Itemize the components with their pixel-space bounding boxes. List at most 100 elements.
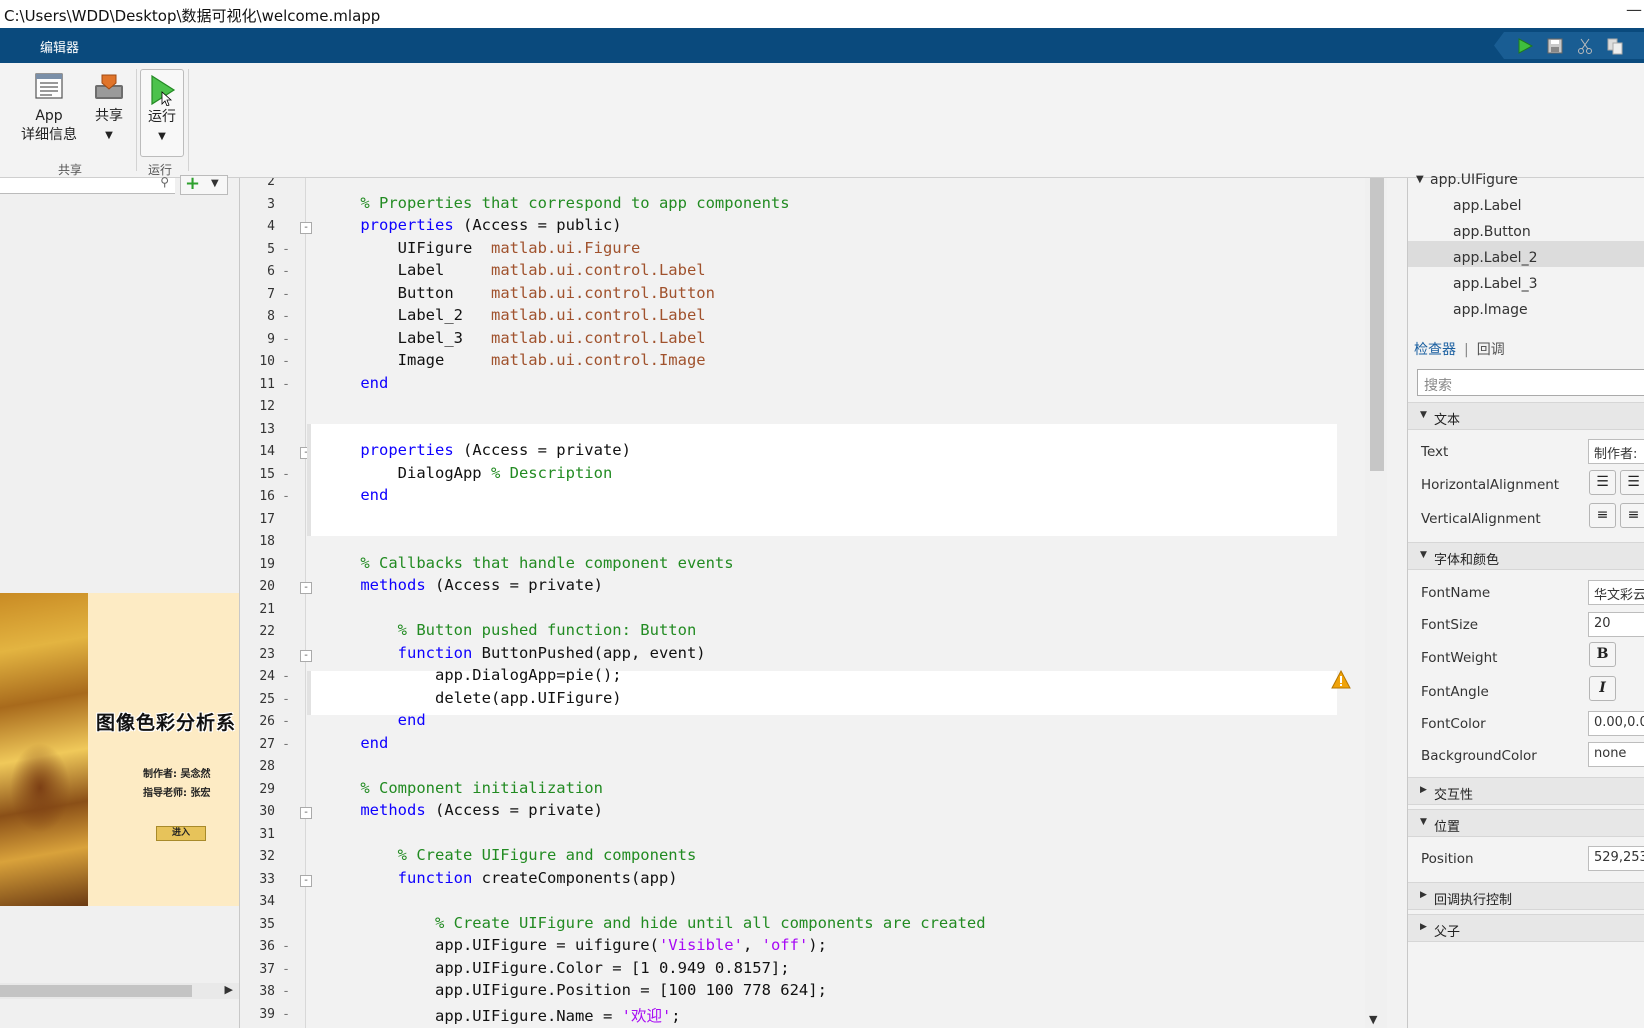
tab-editor[interactable]: 编辑器 bbox=[40, 37, 79, 56]
breakpoint-marker[interactable]: - bbox=[279, 242, 293, 257]
chevron-down-icon[interactable]: ▼ bbox=[211, 178, 219, 189]
code-line[interactable]: app.UIFigure = uifigure('Visible', 'off'… bbox=[323, 936, 827, 954]
run-button[interactable]: 运行 ▼ bbox=[140, 69, 184, 157]
breakpoint-marker[interactable]: - bbox=[279, 489, 293, 504]
breakpoint-marker[interactable]: - bbox=[279, 692, 293, 707]
prop-position-field[interactable]: 529,253 bbox=[1588, 846, 1644, 871]
editor-vertical-scrollbar[interactable]: ▼ bbox=[1365, 178, 1387, 1028]
prop-fontcolor-field[interactable]: 0.00,0.0 bbox=[1588, 711, 1644, 736]
tab-callbacks[interactable]: 回调 bbox=[1477, 342, 1505, 358]
code-line[interactable]: app.DialogApp=pie(); bbox=[323, 666, 622, 684]
section-font-color[interactable]: ▼ 字体和颜色 bbox=[1408, 542, 1644, 570]
code-line[interactable]: % Callbacks that handle component events bbox=[323, 554, 733, 572]
left-search-field[interactable]: ⚲ bbox=[0, 175, 175, 194]
inspector-search-input[interactable]: 搜索 bbox=[1417, 369, 1644, 396]
code-area[interactable]: % Properties that correspond to app comp… bbox=[307, 178, 1387, 1028]
cut-icon[interactable] bbox=[1576, 37, 1594, 55]
code-line[interactable]: % Create UIFigure and components bbox=[323, 846, 697, 864]
tree-root[interactable]: app.UIFigure bbox=[1430, 172, 1518, 188]
code-line[interactable]: delete(app.UIFigure) bbox=[323, 689, 622, 707]
breakpoint-marker[interactable]: - bbox=[279, 984, 293, 999]
code-line[interactable]: % Create UIFigure and hide until all com… bbox=[323, 914, 986, 932]
breakpoint-marker[interactable]: - bbox=[279, 377, 293, 392]
code-line[interactable]: app.UIFigure.Color = [1 0.949 0.8157]; bbox=[323, 959, 790, 977]
prop-fontname-field[interactable]: 华文彩云 bbox=[1588, 580, 1644, 605]
tree-item-image[interactable]: app.Image bbox=[1453, 302, 1528, 318]
code-line[interactable]: app.UIFigure.Position = [100 100 778 624… bbox=[323, 981, 827, 999]
align-top-button[interactable]: ≡ bbox=[1589, 503, 1616, 528]
scroll-right-icon[interactable]: ▶ bbox=[225, 983, 233, 996]
save-icon[interactable] bbox=[1546, 37, 1564, 55]
breakpoint-marker[interactable]: - bbox=[279, 962, 293, 977]
line-number: 18 bbox=[259, 534, 275, 549]
tree-item-button[interactable]: app.Button bbox=[1453, 224, 1531, 240]
breakpoint-marker[interactable]: - bbox=[279, 332, 293, 347]
code-line[interactable]: UIFigure matlab.ui.Figure bbox=[323, 239, 641, 257]
section-parent-child[interactable]: ▶ 父子 bbox=[1408, 914, 1644, 942]
code-line[interactable]: Button matlab.ui.control.Button bbox=[323, 284, 715, 302]
code-line[interactable]: % Properties that correspond to app comp… bbox=[323, 194, 789, 212]
breakpoint-marker[interactable]: - bbox=[279, 1007, 293, 1022]
share-button[interactable]: 共享 ▼ bbox=[88, 71, 130, 145]
align-left-button[interactable]: ☰ bbox=[1589, 470, 1616, 495]
breakpoint-marker[interactable]: - bbox=[279, 354, 293, 369]
code-line[interactable]: app.UIFigure.Name = '欢迎'; bbox=[323, 1004, 681, 1026]
copy-icon[interactable] bbox=[1606, 37, 1624, 55]
breakpoint-marker[interactable]: - bbox=[279, 467, 293, 482]
code-line[interactable]: Image matlab.ui.control.Image bbox=[323, 351, 706, 369]
breakpoint-marker[interactable]: - bbox=[279, 287, 293, 302]
code-line[interactable]: end bbox=[323, 486, 388, 504]
italic-toggle[interactable]: I bbox=[1589, 676, 1616, 701]
scrollbar-thumb[interactable] bbox=[1370, 178, 1384, 471]
prop-bgcolor-field[interactable]: none bbox=[1588, 742, 1644, 767]
section-callback-control[interactable]: ▶ 回调执行控制 bbox=[1408, 882, 1644, 910]
code-line[interactable]: Label_2 matlab.ui.control.Label bbox=[323, 306, 706, 324]
prop-text-field[interactable]: 制作者: bbox=[1588, 439, 1644, 464]
add-button[interactable]: + ▼ bbox=[180, 173, 228, 195]
breakpoint-marker[interactable]: - bbox=[279, 737, 293, 752]
code-line[interactable]: DialogApp % Description bbox=[323, 464, 613, 482]
minimize-button[interactable]: — bbox=[1626, 0, 1642, 19]
left-horizontal-scrollbar[interactable]: ▶ bbox=[0, 983, 239, 999]
section-interactivity[interactable]: ▶ 交互性 bbox=[1408, 777, 1644, 805]
align-middle-button[interactable]: ≡ bbox=[1620, 503, 1644, 528]
code-line[interactable]: end bbox=[323, 734, 388, 752]
warning-icon[interactable] bbox=[1331, 670, 1351, 690]
breakpoint-marker[interactable]: - bbox=[279, 939, 293, 954]
breakpoint-marker[interactable]: - bbox=[279, 309, 293, 324]
app-details-button[interactable]: App 详细信息 bbox=[14, 71, 84, 145]
code-line[interactable]: methods (Access = private) bbox=[323, 801, 603, 819]
code-line[interactable]: properties (Access = public) bbox=[323, 216, 621, 234]
code-line[interactable]: methods (Access = private) bbox=[323, 576, 603, 594]
code-line[interactable]: end bbox=[323, 711, 426, 729]
breakpoint-marker[interactable]: - bbox=[279, 669, 293, 684]
run-icon[interactable] bbox=[1516, 37, 1534, 55]
scroll-down-icon[interactable]: ▼ bbox=[1369, 1013, 1377, 1026]
tree-item-label-3[interactable]: app.Label_3 bbox=[1453, 276, 1537, 292]
code-line[interactable]: function createComponents(app) bbox=[323, 869, 678, 887]
run-dropdown-icon[interactable]: ▼ bbox=[141, 127, 183, 146]
code-line[interactable]: end bbox=[323, 374, 388, 392]
preview-enter-button[interactable]: 进入 bbox=[156, 826, 206, 841]
code-editor[interactable]: 2 3 4-5-6-7-8-9-10-11-12 13 14-15-16-17 18 19 2… bbox=[241, 178, 1407, 1028]
prop-fontsize-field[interactable]: 20 bbox=[1588, 612, 1644, 637]
section-position[interactable]: ▼ 位置 bbox=[1408, 809, 1644, 837]
section-text[interactable]: ▼ 文本 bbox=[1408, 402, 1644, 430]
tab-inspector[interactable]: 检查器 bbox=[1414, 342, 1456, 358]
code-line[interactable]: function ButtonPushed(app, event) bbox=[323, 644, 706, 662]
share-dropdown-icon[interactable]: ▼ bbox=[88, 126, 130, 145]
tree-item-label-2[interactable]: app.Label_2 bbox=[1453, 250, 1537, 266]
align-center-button[interactable]: ☰ bbox=[1620, 470, 1644, 495]
line-gutter: 2 3 4-5-6-7-8-9-10-11-12 13 14-15-16-17 18 19 2… bbox=[241, 178, 312, 1028]
scrollbar-thumb[interactable] bbox=[0, 985, 192, 997]
code-line[interactable]: Label_3 matlab.ui.control.Label bbox=[323, 329, 706, 347]
code-line[interactable]: % Component initialization bbox=[323, 779, 603, 797]
breakpoint-marker[interactable]: - bbox=[279, 714, 293, 729]
bold-toggle[interactable]: B bbox=[1589, 642, 1616, 667]
tree-item-label[interactable]: app.Label bbox=[1453, 198, 1522, 214]
code-line[interactable]: properties (Access = private) bbox=[323, 441, 631, 459]
breakpoint-marker[interactable]: - bbox=[279, 264, 293, 279]
code-line[interactable]: Label matlab.ui.control.Label bbox=[323, 261, 706, 279]
tree-expand-icon[interactable]: ▼ bbox=[1416, 174, 1424, 185]
code-line[interactable]: % Button pushed function: Button bbox=[323, 621, 697, 639]
